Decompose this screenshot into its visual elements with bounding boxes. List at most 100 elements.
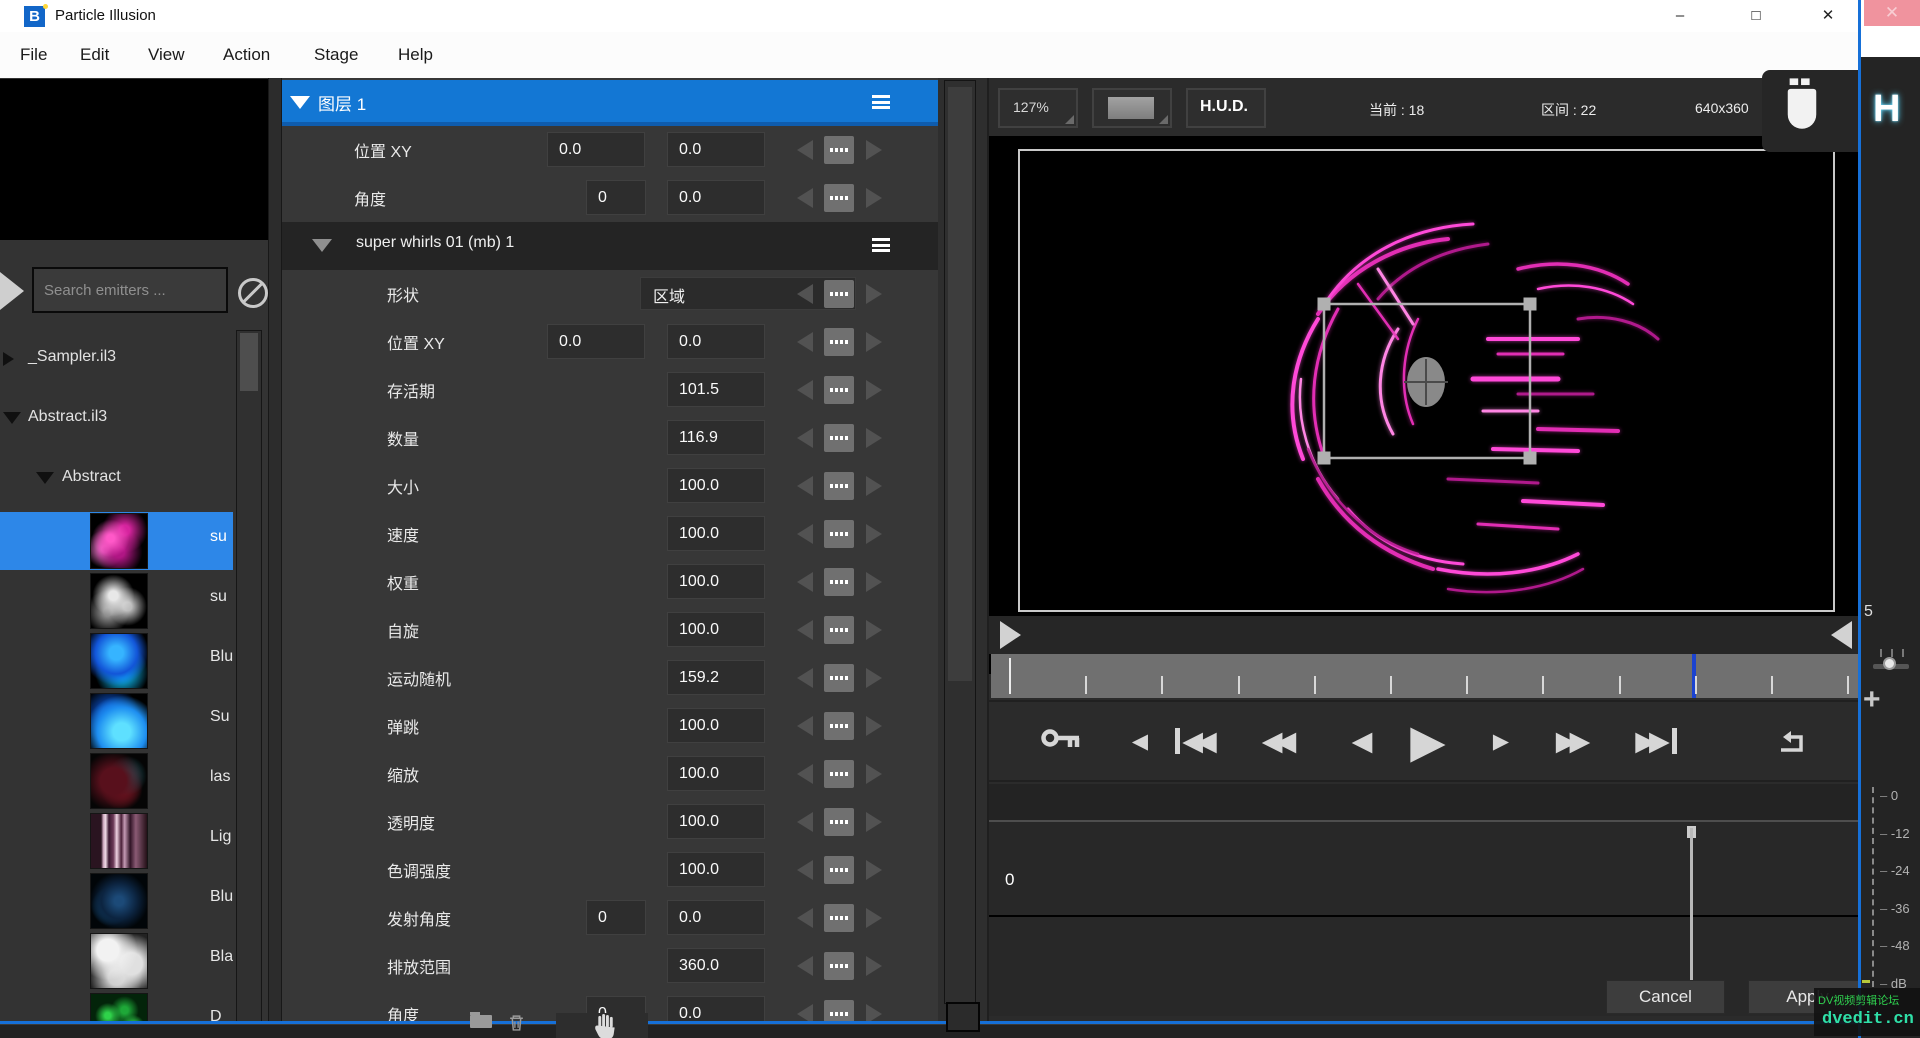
- keyframe-dots-button[interactable]: [824, 808, 854, 836]
- scrollbar-thumb[interactable]: [240, 333, 258, 391]
- param-value-field[interactable]: 0.0: [667, 900, 765, 935]
- keyframe-dots-button[interactable]: [824, 952, 854, 980]
- play-button[interactable]: ▶: [1388, 702, 1468, 780]
- prev-key-icon[interactable]: [797, 908, 813, 928]
- next-key-icon[interactable]: [866, 476, 882, 496]
- tree-item-_sampler-il3[interactable]: _Sampler.il3: [0, 340, 236, 378]
- chevron-right-icon[interactable]: [3, 352, 14, 366]
- prev-key-icon[interactable]: [797, 956, 813, 976]
- particle-preview[interactable]: [1018, 149, 1835, 612]
- keyframe-dots-button[interactable]: [824, 136, 854, 164]
- keyframe-dots-button[interactable]: [824, 376, 854, 404]
- prev-key-icon[interactable]: [797, 860, 813, 880]
- collapse-triangle-icon[interactable]: [290, 96, 310, 109]
- prev-key-icon[interactable]: [797, 716, 813, 736]
- next-key-icon[interactable]: [866, 668, 882, 688]
- minimize-button[interactable]: –: [1657, 0, 1703, 32]
- next-key-icon[interactable]: [866, 428, 882, 448]
- next-key-icon[interactable]: [866, 812, 882, 832]
- emitter-item[interactable]: Bla: [0, 932, 236, 990]
- keyframe-dots-button[interactable]: [824, 280, 854, 308]
- next-key-icon[interactable]: [866, 572, 882, 592]
- folder-icon[interactable]: [470, 1015, 492, 1028]
- keyframe-dots-button[interactable]: [824, 520, 854, 548]
- param-value-field[interactable]: 159.2: [667, 660, 765, 695]
- param-value-field[interactable]: 360.0: [667, 948, 765, 983]
- next-key-icon[interactable]: [866, 524, 882, 544]
- next-key-icon[interactable]: [866, 284, 882, 304]
- preview-play-icon[interactable]: [0, 272, 24, 310]
- prev-key-icon[interactable]: [797, 284, 813, 304]
- graph-playhead[interactable]: [1690, 828, 1693, 1000]
- param-value-field[interactable]: 0.0: [667, 324, 765, 359]
- menu-item-file[interactable]: File: [14, 32, 53, 78]
- tree-item-abstract-il3[interactable]: Abstract.il3: [0, 400, 236, 438]
- next-key-icon[interactable]: [866, 764, 882, 784]
- param-value-field[interactable]: 100.0: [667, 612, 765, 647]
- param-value-field[interactable]: 100.0: [667, 516, 765, 551]
- next-key-icon[interactable]: [866, 860, 882, 880]
- emitter-item[interactable]: Su: [0, 692, 236, 750]
- prev-key-icon[interactable]: [797, 1004, 813, 1021]
- layer-header[interactable]: 图层 1: [282, 80, 938, 126]
- layer-menu-icon[interactable]: [872, 95, 890, 109]
- to-start-button[interactable]: ◀◀: [1155, 702, 1235, 780]
- prev-key-icon[interactable]: [797, 668, 813, 688]
- emitter-item[interactable]: Lig: [0, 812, 236, 870]
- clear-search-icon[interactable]: [238, 278, 268, 308]
- prev-key-icon[interactable]: [797, 812, 813, 832]
- prev-key-icon[interactable]: [797, 428, 813, 448]
- keyframe-dots-button[interactable]: [824, 712, 854, 740]
- next-key-icon[interactable]: [866, 140, 882, 160]
- out-point-flag[interactable]: [1831, 621, 1852, 649]
- param-value-field[interactable]: 0: [586, 180, 646, 215]
- collapse-triangle-icon[interactable]: [312, 239, 332, 252]
- next-key-icon[interactable]: [866, 908, 882, 928]
- menu-item-help[interactable]: Help: [392, 32, 439, 78]
- prev-key-icon[interactable]: [797, 524, 813, 544]
- emitter-item[interactable]: Blu: [0, 872, 236, 930]
- menu-item-action[interactable]: Action: [217, 32, 276, 78]
- prev-key-icon[interactable]: [797, 140, 813, 160]
- param-value-field[interactable]: 0.0: [547, 132, 645, 167]
- keyframe-dots-button[interactable]: [824, 1000, 854, 1021]
- keyframe-dots-button[interactable]: [824, 568, 854, 596]
- prev-key-icon[interactable]: [797, 620, 813, 640]
- param-value-field[interactable]: 100.0: [667, 804, 765, 839]
- param-value-field[interactable]: 101.5: [667, 372, 765, 407]
- trash-icon[interactable]: [508, 1014, 525, 1031]
- keyframe-dots-button[interactable]: [824, 760, 854, 788]
- param-value-field[interactable]: 116.9: [667, 420, 765, 455]
- next-key-icon[interactable]: [866, 188, 882, 208]
- menu-item-edit[interactable]: Edit: [74, 32, 115, 78]
- next-key-icon[interactable]: [866, 1004, 882, 1021]
- overlay-close-button[interactable]: ✕: [1864, 0, 1920, 26]
- keyframe-dots-button[interactable]: [824, 472, 854, 500]
- background-color-button[interactable]: [1092, 88, 1172, 128]
- hud-toggle-button[interactable]: H.U.D.: [1186, 88, 1266, 128]
- emitter-item[interactable]: su: [0, 512, 233, 570]
- step-forward-button[interactable]: ▶: [1461, 702, 1541, 780]
- mini-slider-knob[interactable]: [1883, 657, 1896, 670]
- prev-key-icon[interactable]: [797, 764, 813, 784]
- prev-key-icon[interactable]: [797, 572, 813, 592]
- param-value-field[interactable]: 100.0: [667, 852, 765, 887]
- emitter-list-scrollbar[interactable]: [236, 330, 262, 1021]
- param-value-field[interactable]: 0.0: [547, 324, 645, 359]
- to-end-button[interactable]: ▶▶: [1617, 702, 1697, 780]
- menu-item-view[interactable]: View: [142, 32, 191, 78]
- param-value-field[interactable]: 0.0: [667, 180, 765, 215]
- panel-divider[interactable]: [268, 78, 282, 1021]
- param-value-field[interactable]: 100.0: [667, 708, 765, 743]
- tree-item-abstract[interactable]: Abstract: [0, 460, 236, 498]
- hand-tool-icon[interactable]: [594, 1014, 618, 1038]
- next-key-icon[interactable]: [866, 620, 882, 640]
- next-key-icon[interactable]: [866, 716, 882, 736]
- prev-key-icon[interactable]: [797, 380, 813, 400]
- emitter-item[interactable]: Blu: [0, 632, 236, 690]
- next-key-icon[interactable]: [866, 332, 882, 352]
- zoom-level-button[interactable]: 127%: [998, 88, 1078, 128]
- stage[interactable]: [989, 136, 1861, 674]
- prev-key-icon[interactable]: [797, 332, 813, 352]
- emitter-item[interactable]: su: [0, 572, 236, 630]
